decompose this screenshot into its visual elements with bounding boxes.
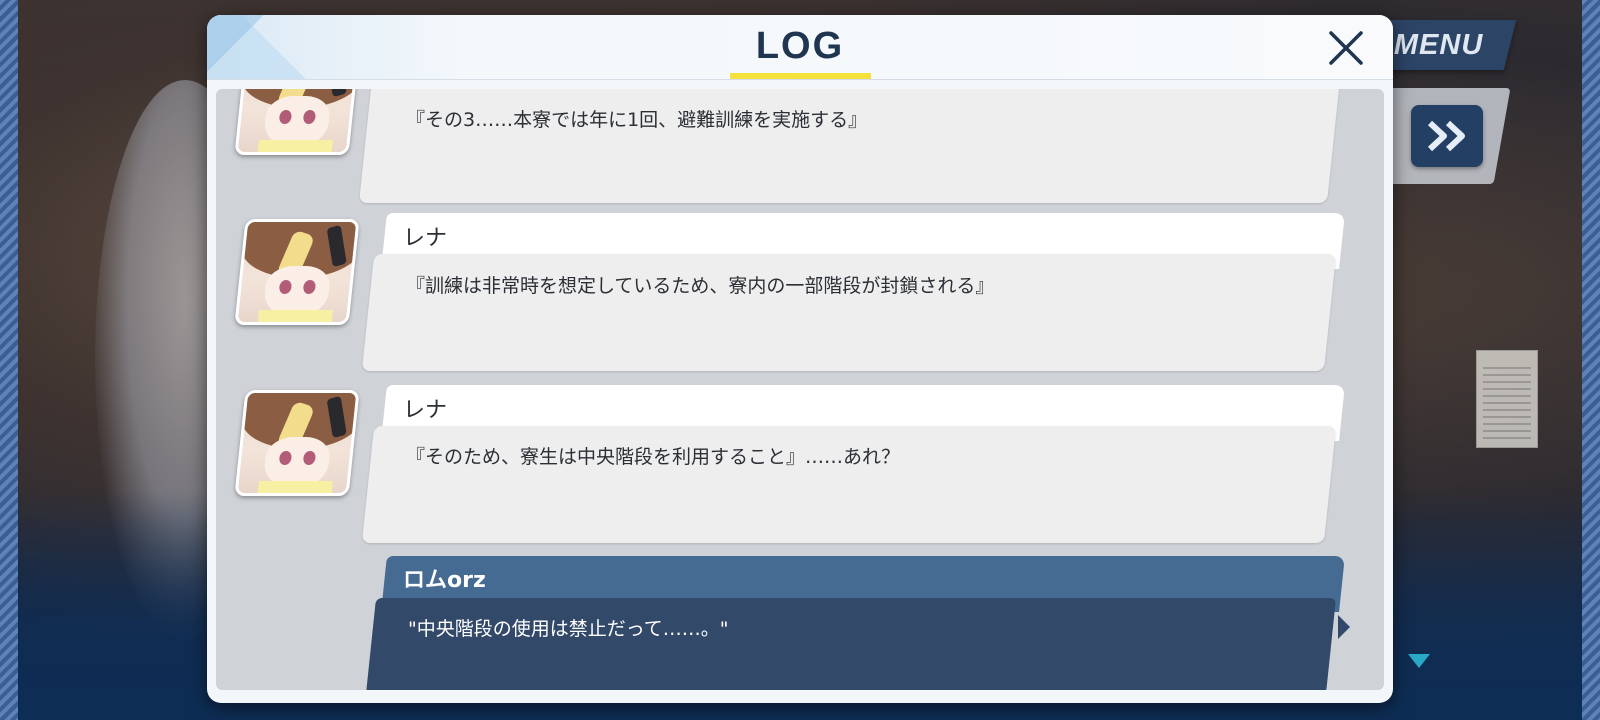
log-title: LOG	[755, 25, 845, 67]
avatar	[234, 89, 360, 155]
player-bubble-pointer	[1338, 615, 1350, 639]
avatar	[234, 390, 360, 496]
log-entry: 『その3……本寮では年に1回、避難訓練を実施する』	[216, 89, 1384, 219]
avatar	[234, 219, 360, 325]
log-entry-player: ロムorz "中央階段の使用は禁止だって……。"	[216, 556, 1384, 690]
triangle-down-icon	[1408, 654, 1430, 668]
log-entry: レナ 『そのため、寮生は中央階段を利用すること』……あれ？	[216, 385, 1384, 551]
log-window: LOG 『その3……本寮では年に1回、避難訓練を実施する』 レナ 『訓練は非常時…	[207, 15, 1393, 703]
dialogue-text: 『訓練は非常時を想定しているため、寮内の一部階段が封鎖される』	[406, 275, 995, 297]
player-name: ロムorz	[403, 568, 486, 593]
dialogue-text: 『その3……本寮では年に1回、避難訓練を実施する』	[406, 109, 868, 131]
player-dialogue-text: "中央階段の使用は禁止だって……。"	[408, 618, 729, 640]
log-entry: レナ 『訓練は非常時を想定しているため、寮内の一部階段が封鎖される』	[216, 213, 1384, 379]
player-dialogue-bubble	[365, 598, 1337, 690]
log-list[interactable]: 『その3……本寮では年に1回、避難訓練を実施する』 レナ 『訓練は非常時を想定し…	[216, 89, 1384, 690]
fast-forward-icon	[1427, 120, 1465, 152]
speaker-name: レナ	[403, 398, 448, 423]
right-border-stripe	[1582, 0, 1600, 720]
background-notice-board	[1476, 350, 1538, 448]
left-border-stripe	[0, 0, 18, 720]
title-underline	[730, 73, 871, 79]
speaker-name: レナ	[403, 226, 448, 251]
skip-button[interactable]	[1411, 105, 1483, 167]
dialogue-text: 『そのため、寮生は中央階段を利用すること』……あれ？	[406, 446, 901, 468]
close-icon	[1329, 31, 1363, 65]
menu-button-label: MENU	[1394, 28, 1484, 61]
log-header: LOG	[207, 15, 1393, 80]
close-button[interactable]	[1325, 27, 1367, 69]
